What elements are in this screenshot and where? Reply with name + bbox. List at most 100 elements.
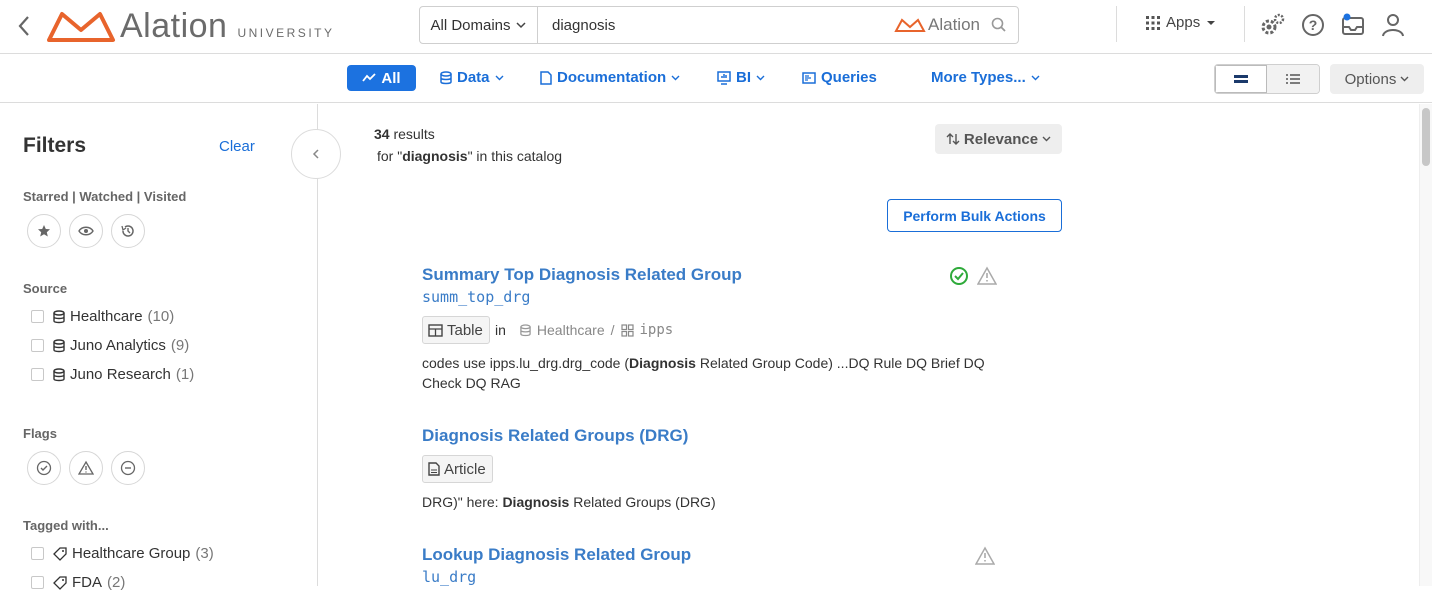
- tab-more-types[interactable]: More Types...: [931, 69, 1040, 86]
- result-subtitle[interactable]: summ_top_drg: [422, 288, 530, 306]
- search-input[interactable]: [538, 7, 895, 43]
- source-filter-item[interactable]: Juno Analytics (9): [31, 337, 189, 354]
- source-checkbox[interactable]: [31, 310, 44, 323]
- list-view-icon: [1286, 74, 1300, 84]
- collapse-sidebar-button[interactable]: [291, 129, 341, 179]
- sort-icon: [946, 133, 960, 145]
- source-filter-item[interactable]: Healthcare (10): [31, 308, 174, 325]
- warning-icon: [78, 460, 94, 475]
- visited-filter-button[interactable]: [111, 214, 145, 248]
- result-location: in Healthcare / ipps: [495, 322, 673, 338]
- flags-filter-row: [27, 451, 145, 485]
- divider: [1116, 6, 1117, 42]
- bulk-actions-button[interactable]: Perform Bulk Actions: [887, 199, 1062, 232]
- tab-queries[interactable]: Queries: [802, 69, 877, 86]
- watched-filter-button[interactable]: [69, 214, 103, 248]
- card-view-button[interactable]: [1215, 65, 1267, 93]
- result-in-label: in: [495, 322, 506, 338]
- endorsed-flag-button[interactable]: [27, 451, 61, 485]
- result-title[interactable]: Diagnosis Related Groups (DRG): [422, 426, 688, 446]
- header-icons: ?: [1260, 12, 1406, 38]
- user-profile-icon[interactable]: [1380, 12, 1406, 38]
- result-type-label: Article: [444, 460, 486, 478]
- tab-all-label: All: [381, 69, 401, 87]
- source-name: Juno Research: [70, 366, 171, 383]
- tab-all[interactable]: All: [347, 65, 416, 91]
- results-count-number: 34: [374, 126, 390, 142]
- domain-select[interactable]: All Domains: [420, 7, 538, 43]
- minus-circle-icon: [120, 460, 136, 476]
- deprecation-flag-button[interactable]: [111, 451, 145, 485]
- result-snippet: DRG)" here: Diagnosis Related Groups (DR…: [422, 492, 1022, 512]
- tag-checkbox[interactable]: [31, 547, 44, 560]
- tag-icon: [53, 575, 67, 590]
- apps-label: Apps: [1166, 14, 1201, 31]
- bi-report-icon: [717, 70, 731, 85]
- tab-data[interactable]: Data: [440, 69, 504, 86]
- sort-dropdown[interactable]: Relevance: [935, 124, 1062, 154]
- back-arrow-icon[interactable]: [14, 13, 34, 39]
- result-schema-link[interactable]: ipps: [640, 322, 674, 338]
- starred-section-label: Starred | Watched | Visited: [23, 189, 187, 204]
- source-count: (1): [175, 366, 195, 383]
- result-snippet: codes use ipps.lu_drg.drg_code (Diagnosi…: [422, 353, 1022, 393]
- result-title[interactable]: Lookup Diagnosis Related Group: [422, 545, 691, 565]
- apps-menu[interactable]: Apps: [1146, 14, 1216, 31]
- chevron-down-icon: [495, 75, 504, 80]
- source-count: (9): [170, 337, 190, 354]
- scrollbar[interactable]: [1419, 104, 1432, 586]
- article-icon: [428, 462, 440, 476]
- settings-gear-icon[interactable]: [1260, 12, 1286, 38]
- domain-select-label: All Domains: [430, 16, 511, 34]
- search-icon[interactable]: [990, 16, 1008, 34]
- result-subtitle[interactable]: lu_drg: [422, 568, 476, 586]
- source-checkbox[interactable]: [31, 368, 44, 381]
- top-bar: Alation UNIVERSITY All Domains Alation A…: [0, 0, 1432, 54]
- warning-icon: [977, 266, 997, 285]
- history-icon: [121, 225, 134, 237]
- alation-logo-icon: [47, 12, 115, 42]
- result-source-link[interactable]: Healthcare: [537, 322, 605, 338]
- starred-filter-button[interactable]: [27, 214, 61, 248]
- inbox-notification-icon[interactable]: [1340, 12, 1366, 38]
- trend-icon: [362, 73, 377, 82]
- results-for-prefix: for ": [377, 148, 403, 164]
- result-title[interactable]: Summary Top Diagnosis Related Group: [422, 265, 742, 285]
- options-label: Options: [1344, 70, 1397, 88]
- starred-filter-row: [27, 214, 145, 248]
- tab-documentation-label: Documentation: [557, 69, 667, 86]
- chevron-left-icon: [312, 149, 319, 159]
- help-icon[interactable]: ?: [1300, 12, 1326, 38]
- snippet-text: Related Groups (DRG): [569, 494, 716, 510]
- clear-filters-link[interactable]: Clear: [219, 138, 255, 155]
- query-icon: [802, 71, 816, 84]
- caret-down-icon: [1207, 20, 1216, 25]
- results-query: diagnosis: [402, 148, 468, 164]
- list-view-button[interactable]: [1267, 65, 1319, 93]
- search-bar: All Domains Alation: [419, 6, 1019, 44]
- snippet-text: DRG)" here:: [422, 494, 503, 510]
- scrollbar-thumb[interactable]: [1422, 108, 1430, 166]
- source-count: (10): [147, 308, 175, 325]
- chevron-down-icon: [756, 75, 765, 80]
- tab-bi[interactable]: BI: [717, 69, 765, 86]
- source-checkbox[interactable]: [31, 339, 44, 352]
- tag-filter-item[interactable]: Healthcare Group (3): [31, 545, 214, 562]
- tag-count: (3): [195, 545, 214, 562]
- tag-filter-item[interactable]: FDA (2): [31, 574, 125, 591]
- check-circle-icon: [36, 460, 52, 476]
- options-dropdown[interactable]: Options: [1330, 64, 1424, 94]
- tab-documentation[interactable]: Documentation: [540, 69, 680, 86]
- result-type-badge: Article: [422, 455, 493, 483]
- tab-data-label: Data: [457, 69, 490, 86]
- source-section-label: Source: [23, 281, 68, 296]
- warning-flag-button[interactable]: [69, 451, 103, 485]
- source-filter-item[interactable]: Juno Research (1): [31, 366, 194, 383]
- tag-checkbox[interactable]: [31, 576, 44, 589]
- document-icon: [540, 70, 552, 85]
- database-icon: [520, 323, 531, 336]
- search-brand-label: Alation: [928, 15, 980, 34]
- brand-logo[interactable]: Alation UNIVERSITY: [46, 4, 334, 48]
- view-toggle: [1214, 64, 1320, 94]
- alation-mini-logo-icon: [894, 18, 926, 32]
